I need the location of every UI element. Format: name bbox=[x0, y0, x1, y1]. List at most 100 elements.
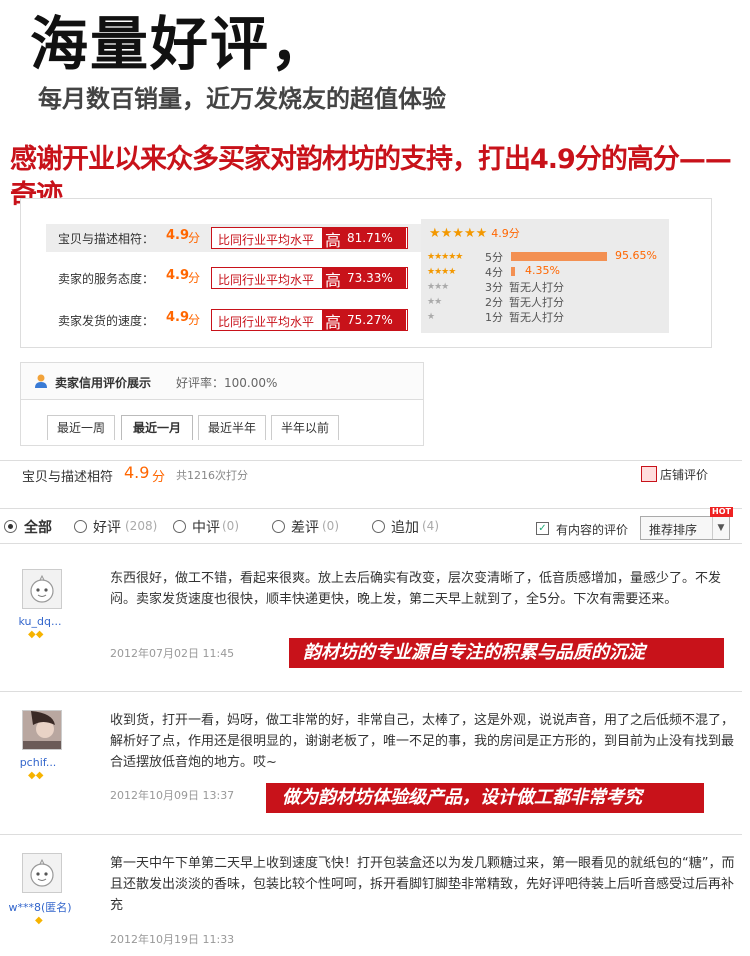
review-filter-bar: 全部 好评 (208) 中评 (0) 差评 (0) 追加 (4) ✓ 有内容的评… bbox=[0, 507, 742, 544]
rating-score: 4.9 bbox=[166, 228, 190, 243]
high-badge: 高 81.71% bbox=[322, 228, 406, 250]
dist-percent: 95.65% bbox=[615, 249, 657, 262]
level-diamond-icon: ◆◆ bbox=[28, 629, 44, 640]
username[interactable]: ku_dq... bbox=[0, 615, 80, 628]
chevron-down-icon: ▼ bbox=[712, 517, 729, 539]
user-photo-icon bbox=[23, 711, 61, 749]
has-content-label[interactable]: 有内容的评价 bbox=[556, 521, 628, 538]
review-text: 东西很好，做工不错，看起来很爽。放上去后确实有改变，层次变清晰了，低音质感增加，… bbox=[110, 571, 722, 607]
filter-mid-label[interactable]: 中评 bbox=[192, 517, 220, 537]
sort-select[interactable]: 推荐排序 ▼ bbox=[640, 516, 730, 540]
summary-unit: 分 bbox=[152, 470, 166, 485]
dist-row-3: ★★★ 3分 暂无人打分 bbox=[427, 279, 667, 294]
filter-add-count: (4) bbox=[422, 519, 439, 533]
dist-row-2: ★★ 2分 暂无人打分 bbox=[427, 294, 667, 309]
username[interactable]: pchif... bbox=[0, 756, 78, 769]
credit-rate: 好评率：100.00% bbox=[176, 376, 278, 390]
star-rating-icon: ★★★★★ bbox=[429, 226, 488, 241]
filter-add-label[interactable]: 追加 bbox=[391, 517, 419, 537]
rating-score: 4.9 bbox=[166, 268, 190, 283]
review-text: 第一天中午下单第二天早上收到速度飞快！打开包装盒还以为发几颗糖过来，第一眼看见的… bbox=[110, 856, 735, 913]
rating-label: 卖家的服务态度： bbox=[58, 272, 155, 286]
high-label: 高 bbox=[325, 313, 342, 332]
dist-label: 2分 bbox=[485, 296, 503, 309]
rating-unit: 分 bbox=[188, 271, 201, 285]
dist-label: 3分 bbox=[485, 281, 503, 294]
rating-row-service[interactable]: 卖家的服务态度： 4.9 分 比同行业平均水平 高 73.33% bbox=[46, 264, 426, 292]
radio-good[interactable] bbox=[74, 520, 87, 533]
dist-row-4: ★★★★ 4分 4.35% bbox=[427, 264, 667, 279]
compare-box: 比同行业平均水平 高 75.27% bbox=[211, 309, 408, 332]
hero-title: 海量好评， bbox=[30, 10, 331, 78]
radio-add[interactable] bbox=[372, 520, 385, 533]
star-icon: ★★★ bbox=[427, 282, 449, 292]
dist-label: 4分 bbox=[485, 266, 503, 279]
star-icon: ★★★★★ bbox=[427, 252, 463, 262]
level-diamond-icon: ◆◆ bbox=[28, 770, 44, 781]
promo-banner-text: 做为韵材坊体验级产品，设计做工都非常考究 bbox=[282, 787, 642, 808]
tab-before-half-year[interactable]: 半年以前 bbox=[271, 415, 339, 440]
score-distribution: ★★★★★ 4.9分 ★★★★★ 5分 95.65% ★★★★ 4分 4.35% … bbox=[421, 219, 669, 333]
compare-box: 比同行业平均水平 高 73.33% bbox=[211, 267, 408, 290]
default-avatar-icon bbox=[30, 858, 54, 887]
user-icon bbox=[35, 374, 47, 388]
level-diamond-icon: ◆ bbox=[35, 915, 43, 926]
filter-mid-count: (0) bbox=[222, 519, 239, 533]
credit-box: 卖家信用评价展示 好评率：100.00% 最近一周 最近一月 最近半年 半年以前 bbox=[20, 362, 424, 446]
dist-percent: 4.35% bbox=[525, 264, 560, 277]
tab-last-month[interactable]: 最近一月 bbox=[121, 415, 193, 440]
compare-text: 比同行业平均水平 bbox=[218, 273, 315, 287]
filter-bad-count: (0) bbox=[322, 519, 339, 533]
dist-row-5: ★★★★★ 5分 95.65% bbox=[427, 249, 667, 264]
has-content-checkbox[interactable]: ✓ bbox=[536, 522, 549, 535]
hot-badge: HOT bbox=[710, 507, 733, 517]
filter-bad-label[interactable]: 差评 bbox=[291, 517, 319, 537]
compare-text: 比同行业平均水平 bbox=[218, 315, 315, 329]
avatar bbox=[22, 710, 62, 750]
tab-last-half-year[interactable]: 最近半年 bbox=[198, 415, 266, 440]
high-percent: 81.71% bbox=[347, 231, 393, 245]
rating-unit: 分 bbox=[188, 231, 201, 245]
dist-row-1: ★ 1分 暂无人打分 bbox=[427, 309, 667, 324]
filter-good-label[interactable]: 好评 bbox=[93, 517, 121, 537]
radio-mid[interactable] bbox=[173, 520, 186, 533]
review-summary: 宝贝与描述相符 4.9 分 共1216次打分 店铺评价 bbox=[0, 460, 742, 489]
dist-none: 暂无人打分 bbox=[509, 311, 564, 324]
radio-bad[interactable] bbox=[272, 520, 285, 533]
star-icon: ★★ bbox=[427, 297, 442, 307]
rating-label: 宝贝与描述相符： bbox=[58, 232, 155, 246]
summary-label: 宝贝与描述相符 bbox=[22, 470, 114, 485]
tab-last-week[interactable]: 最近一周 bbox=[47, 415, 115, 440]
overall-stars: ★★★★★ 4.9分 bbox=[429, 225, 520, 241]
review-time: 2012年10月19日 11:33 bbox=[110, 933, 235, 946]
rating-row-description[interactable]: 宝贝与描述相符： 4.9 分 比同行业平均水平 高 81.71% bbox=[46, 224, 426, 252]
summary-count: 共1216次打分 bbox=[176, 469, 248, 482]
credit-title: 卖家信用评价展示 bbox=[55, 376, 152, 390]
sort-label: 推荐排序 bbox=[649, 523, 698, 537]
compare-box: 比同行业平均水平 高 81.71% bbox=[211, 227, 408, 250]
dist-bar bbox=[511, 252, 607, 261]
promo-banner: 韵材坊的专业源自专注的积累与品质的沉淀 bbox=[289, 638, 724, 668]
high-percent: 73.33% bbox=[347, 271, 393, 285]
avatar bbox=[22, 569, 62, 609]
hero-subtitle: 每月数百销量，近万发烧友的超值体验 bbox=[38, 85, 446, 113]
overall-score: 4.9分 bbox=[491, 227, 520, 240]
rating-row-shipping[interactable]: 卖家发货的速度： 4.9 分 比同行业平均水平 高 75.27% bbox=[46, 306, 426, 334]
rating-label: 卖家发货的速度： bbox=[58, 314, 155, 328]
dist-none: 暂无人打分 bbox=[509, 296, 564, 309]
star-icon: ★ bbox=[427, 312, 435, 322]
high-badge: 高 73.33% bbox=[322, 268, 406, 290]
filter-all-label[interactable]: 全部 bbox=[24, 517, 52, 537]
username[interactable]: w***8(匿名) bbox=[0, 899, 80, 915]
dist-bar bbox=[511, 267, 515, 276]
review-time: 2012年07月02日 11:45 bbox=[110, 647, 235, 660]
radio-all[interactable] bbox=[4, 520, 17, 533]
high-label: 高 bbox=[325, 231, 342, 250]
dist-none: 暂无人打分 bbox=[509, 281, 564, 294]
filter-good-count: (208) bbox=[125, 519, 158, 533]
shop-review-link[interactable]: 店铺评价 bbox=[660, 466, 708, 483]
high-percent: 75.27% bbox=[347, 313, 393, 327]
promo-banner-text: 韵材坊的专业源自专注的积累与品质的沉淀 bbox=[303, 642, 645, 663]
shop-icon bbox=[641, 466, 657, 482]
review-item: w***8(匿名) ◆ 第一天中午下单第二天早上收到速度飞快！打开包装盒还以为发… bbox=[0, 835, 742, 956]
